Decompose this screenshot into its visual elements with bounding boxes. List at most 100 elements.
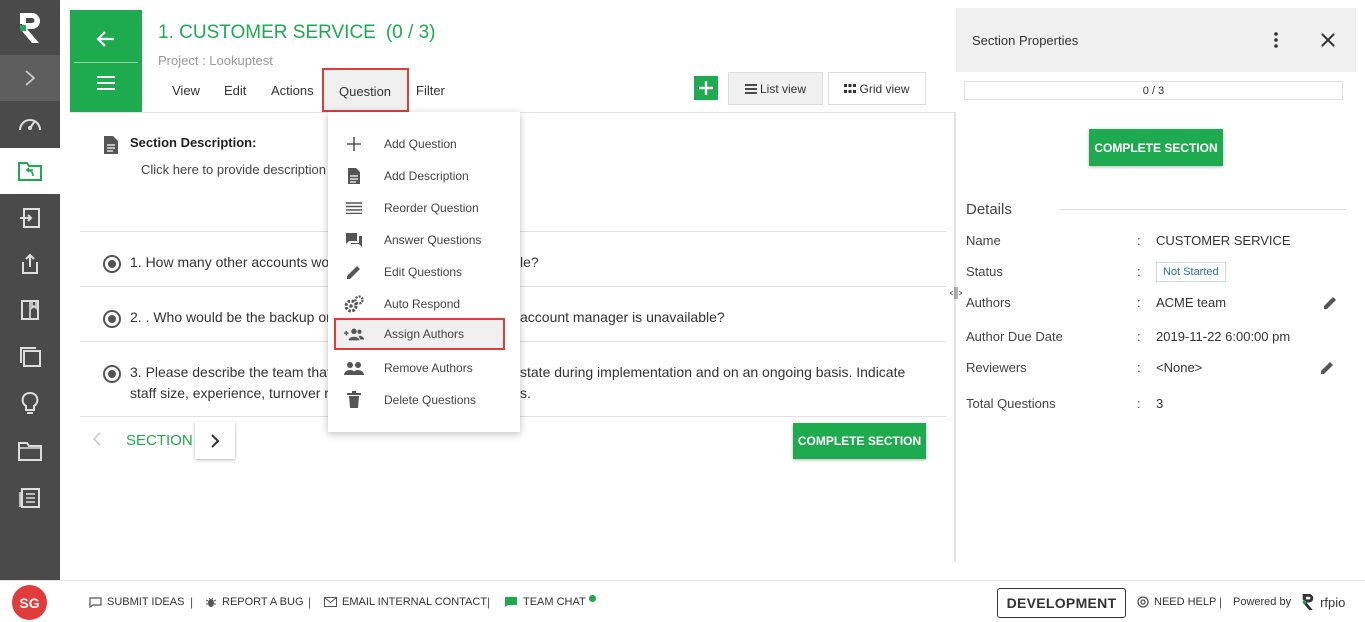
menu-item-remove-authors[interactable]: Remove Authors xyxy=(328,352,520,384)
reorder-icon xyxy=(344,199,364,217)
more-vertical-icon xyxy=(1274,32,1278,48)
question-status-icon xyxy=(103,255,121,273)
edit-reviewers-button[interactable] xyxy=(1319,359,1335,375)
resize-handle[interactable] xyxy=(949,286,963,303)
list-icon xyxy=(744,83,757,94)
upload-icon xyxy=(22,253,38,274)
menu-item-add-question[interactable]: Add Question xyxy=(328,128,520,160)
environment-badge: DEVELOPMENT xyxy=(997,588,1126,618)
panel-title: Section Properties xyxy=(972,33,1079,48)
menu-actions[interactable]: Actions xyxy=(271,83,314,98)
more-options-button[interactable] xyxy=(1266,28,1286,52)
plus-icon xyxy=(344,135,364,153)
document-icon xyxy=(344,167,364,185)
section-nav-label: SECTION xyxy=(126,432,193,449)
menu-view[interactable]: View xyxy=(172,83,200,98)
list-view-label: List view xyxy=(759,81,806,96)
detail-name-label: Name xyxy=(966,233,1001,248)
detail-status-label: Status xyxy=(966,264,1003,279)
group-icon xyxy=(344,359,364,377)
sidebar-item-projects[interactable] xyxy=(0,148,61,194)
sidebar-item-reports[interactable] xyxy=(0,475,60,521)
menu-item-delete-questions[interactable]: Delete Questions xyxy=(328,384,520,416)
avatar[interactable]: SG xyxy=(12,585,47,620)
gears-icon xyxy=(344,295,364,313)
lifebuoy-icon xyxy=(1137,596,1149,608)
complete-section-button[interactable]: COMPLETE SECTION xyxy=(793,423,926,459)
pencil-icon xyxy=(1320,361,1333,374)
team-chat-link[interactable]: TEAM CHAT xyxy=(504,594,596,608)
back-button[interactable] xyxy=(70,22,142,56)
question-status-icon xyxy=(103,310,121,328)
detail-reviewers-value: <None> xyxy=(1156,360,1203,375)
panel-divider xyxy=(954,112,956,562)
menu-item-answer-questions[interactable]: Answer Questions xyxy=(328,224,520,256)
footer: SG SUBMIT IDEAS | REPORT A BUG | EMAIL I… xyxy=(0,580,1365,622)
menu-item-auto-respond[interactable]: Auto Respond xyxy=(328,288,520,320)
report-icon xyxy=(19,488,40,508)
menu-question[interactable]: Question xyxy=(322,68,409,112)
question-text: 1. How many other accounts wo le? xyxy=(130,254,539,270)
online-status-dot xyxy=(588,594,596,602)
add-group-icon xyxy=(344,325,364,343)
hamburger-menu-button[interactable] xyxy=(70,68,142,98)
comment-icon xyxy=(89,596,102,608)
sidebar-item-import[interactable] xyxy=(0,195,60,241)
detail-total-questions-label: Total Questions xyxy=(966,396,1056,411)
layers-icon xyxy=(20,347,41,367)
divider xyxy=(74,62,138,63)
grid-view-label: Grid view xyxy=(859,81,910,96)
close-panel-button[interactable] xyxy=(1316,28,1340,52)
plus-icon xyxy=(699,81,713,95)
chevron-left-icon xyxy=(92,432,101,446)
chevron-right-icon xyxy=(25,70,36,86)
sidebar-item-dashboard[interactable] xyxy=(0,101,60,147)
previous-section-button[interactable] xyxy=(92,432,102,451)
sidebar-item-collections[interactable] xyxy=(0,334,60,380)
close-icon xyxy=(1321,33,1335,47)
sidebar-expand-button[interactable] xyxy=(0,55,60,101)
section-properties-header: Section Properties xyxy=(956,8,1356,72)
menu-edit[interactable]: Edit xyxy=(224,83,246,98)
detail-due-date-label: Author Due Date xyxy=(966,329,1063,344)
sidebar-item-folders[interactable] xyxy=(0,428,60,474)
grid-icon xyxy=(844,83,857,93)
rfpio-logo[interactable] xyxy=(0,0,60,55)
section-progress-bar: 0 / 3 xyxy=(964,81,1343,100)
question-status-icon xyxy=(103,365,121,383)
divider xyxy=(1060,209,1346,210)
speedometer-icon xyxy=(19,119,41,131)
arrow-left-icon xyxy=(96,31,114,47)
pencil-icon xyxy=(344,263,364,281)
logo-icon xyxy=(20,12,40,43)
section-description-input[interactable]: Click here to provide description xyxy=(141,162,326,177)
need-help-link[interactable]: NEED HELP xyxy=(1137,596,1216,608)
menu-filter[interactable]: Filter xyxy=(416,83,445,98)
section-title: 1. CUSTOMER SERVICE xyxy=(158,22,376,43)
grid-view-button[interactable]: Grid view xyxy=(828,72,926,105)
sidebar-item-export[interactable] xyxy=(0,241,60,287)
left-sidebar xyxy=(0,0,61,580)
sidebar-item-insights[interactable] xyxy=(0,381,60,427)
rfpio-logo-icon xyxy=(1302,594,1314,610)
edit-authors-button[interactable] xyxy=(1322,294,1338,310)
submit-ideas-link[interactable]: SUBMIT IDEAS xyxy=(89,596,184,608)
chat-icon xyxy=(344,231,364,249)
hamburger-icon xyxy=(97,76,115,90)
sidebar-item-library[interactable] xyxy=(0,287,60,333)
menu-item-add-description[interactable]: Add Description xyxy=(328,160,520,192)
powered-by: Powered by rfpio xyxy=(1233,594,1346,610)
menu-question-label: Question xyxy=(339,84,392,99)
next-section-button[interactable] xyxy=(195,422,235,459)
chat-icon xyxy=(505,597,517,607)
menu-item-edit-questions[interactable]: Edit Questions xyxy=(328,256,520,288)
add-button[interactable] xyxy=(694,76,718,100)
menu-item-reorder-question[interactable]: Reorder Question xyxy=(328,192,520,224)
panel-complete-section-button[interactable]: COMPLETE SECTION xyxy=(1089,129,1223,166)
menu-item-assign-authors[interactable]: Assign Authors xyxy=(334,318,505,350)
list-view-button[interactable]: List view xyxy=(728,72,823,105)
email-internal-contact-link[interactable]: EMAIL INTERNAL CONTACT xyxy=(324,596,487,608)
folder-return-icon xyxy=(18,162,42,181)
question-text: 3. Please describe the team that state du… xyxy=(130,364,906,401)
report-bug-link[interactable]: REPORT A BUG xyxy=(205,596,304,608)
